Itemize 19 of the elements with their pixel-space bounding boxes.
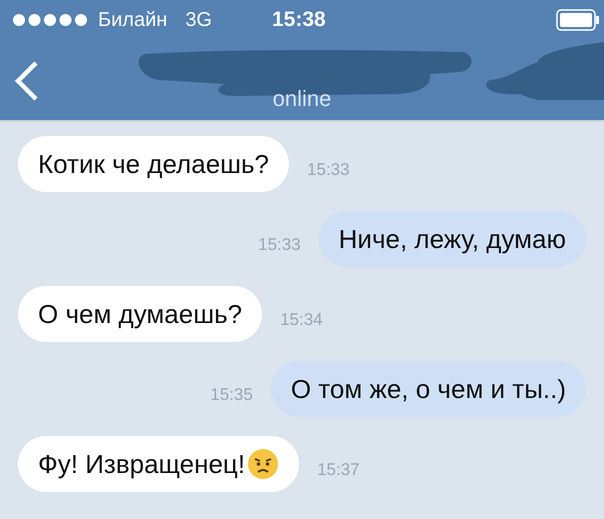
message-text: О том же, о чем и ты..)	[290, 374, 566, 404]
message-text: Котик че делаешь?	[38, 148, 270, 180]
message-text: Ниче, лежу, думаю	[338, 224, 566, 254]
back-button[interactable]	[14, 60, 40, 102]
carrier-name: Билайн	[98, 8, 168, 32]
online-status: online	[272, 86, 332, 112]
chevron-left-icon	[14, 60, 40, 102]
message-time: 15:33	[258, 235, 301, 255]
angry-face-icon	[247, 448, 280, 480]
message-time: 15:37	[317, 460, 360, 480]
message-text: О чем думаешь?	[38, 298, 242, 330]
battery-icon	[556, 9, 600, 31]
network-type: 3G	[185, 8, 212, 32]
message-text: Фу! Извращенец!	[38, 448, 246, 480]
status-time: 15:38	[272, 8, 326, 32]
message-time: 15:35	[210, 385, 253, 405]
message-time: 15:33	[307, 160, 350, 180]
message-time: 15:34	[280, 310, 323, 330]
signal-icon	[12, 13, 88, 27]
